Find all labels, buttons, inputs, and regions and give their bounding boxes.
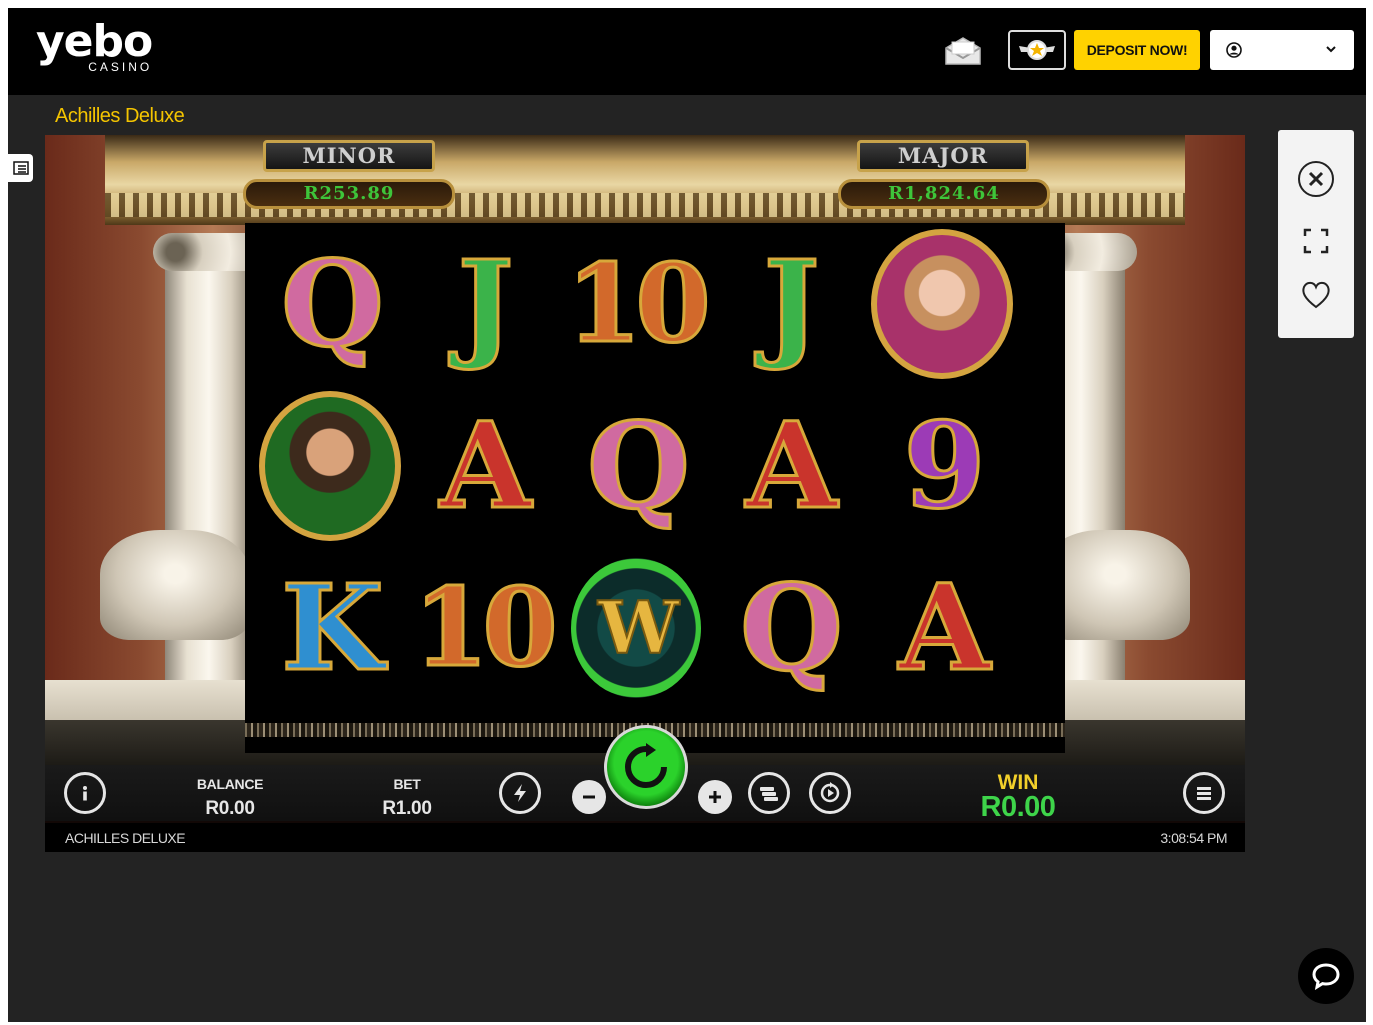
minor-jackpot-value: R253.89 (243, 179, 455, 209)
favorite-button[interactable] (1297, 276, 1335, 314)
urn-left (100, 530, 250, 640)
balance-label: BALANCE (196, 776, 264, 792)
user-icon (1226, 42, 1242, 58)
coins-stack-icon (760, 787, 778, 801)
game-clock: 3:08:54 PM (1160, 830, 1227, 846)
close-game-button[interactable] (1297, 160, 1335, 198)
side-menu-toggle[interactable] (8, 154, 33, 182)
reel-symbol-q: Q (280, 234, 386, 373)
autoplay-button[interactable] (809, 772, 851, 814)
major-jackpot-label: MAJOR (857, 140, 1029, 172)
bet-increase-button[interactable] (698, 780, 732, 814)
reel-symbol-wild: W (559, 547, 712, 709)
spin-button[interactable] (604, 725, 688, 809)
hamburger-icon (1197, 787, 1211, 800)
win-value: R0.00 (980, 791, 1056, 823)
lightning-icon (514, 784, 526, 802)
deposit-now-button[interactable]: DEPOSIT NOW! (1074, 30, 1200, 70)
bet-levels-button[interactable] (748, 772, 790, 814)
reel-symbol-a: A (897, 558, 992, 697)
mail-icon[interactable] (944, 36, 982, 66)
reel-symbol-woman-portrait (865, 223, 1018, 385)
game-side-panel (1278, 130, 1354, 338)
chevron-down-icon (1326, 46, 1336, 53)
site-header: yebo CASINO DEPOSIT NOW! (8, 8, 1366, 95)
autoplay-icon (820, 782, 840, 803)
rewards-button[interactable] (1008, 30, 1066, 70)
bet-value: R1.00 (382, 798, 432, 819)
list-icon (12, 161, 29, 175)
achilles-portrait-image (258, 391, 401, 541)
game-canvas[interactable]: MINOR R253.89 MAJOR R1,824.64 Q J 10 J A Q A 9 K… (45, 135, 1245, 852)
reel-symbol-10: 10 (565, 241, 712, 367)
reel-symbol-q: Q (739, 558, 845, 697)
reel-symbol-j: J (762, 234, 821, 373)
balance-value: R0.00 (205, 798, 255, 819)
plus-icon (709, 791, 721, 803)
game-info-bar: ACHILLES DELUXE 3:08:54 PM (45, 823, 1245, 852)
logo-wordmark: yebo (36, 16, 153, 67)
page-title: Achilles Deluxe (55, 105, 185, 127)
major-jackpot-value: R1,824.64 (838, 179, 1050, 209)
reel-symbol-j: J (456, 234, 515, 373)
info-icon (83, 786, 87, 801)
bet-label: BET (393, 776, 421, 792)
game-name-footer: ACHILLES DELUXE (65, 830, 186, 846)
woman-portrait-image (870, 229, 1013, 379)
reel-symbol-k: K (280, 558, 386, 697)
info-button[interactable] (64, 772, 106, 814)
yebo-logo[interactable]: yebo CASINO (36, 16, 153, 75)
reel-window: Q J 10 J A Q A 9 K 10 W Q A (245, 223, 1065, 753)
fullscreen-icon (1303, 228, 1329, 254)
account-dropdown[interactable] (1210, 30, 1354, 70)
bet-decrease-button[interactable] (572, 780, 606, 814)
minus-icon (583, 795, 595, 799)
chat-bubble-icon (1312, 963, 1340, 990)
reel-symbol-10: 10 (412, 565, 559, 691)
game-menu-button[interactable] (1183, 772, 1225, 814)
reel-symbol-9: 9 (902, 396, 987, 535)
live-chat-button[interactable] (1298, 948, 1354, 1004)
winged-star-icon (1019, 40, 1055, 60)
minor-jackpot-label: MINOR (263, 140, 435, 172)
browser-viewport: yebo CASINO DEPOSIT NOW! Achilles Deluxe… (8, 8, 1366, 1022)
reel-symbol-q: Q (586, 396, 692, 535)
fullscreen-button[interactable] (1297, 222, 1335, 260)
turbo-button[interactable] (499, 772, 541, 814)
spin-icon (625, 743, 667, 788)
reel-symbol-a: A (438, 396, 533, 535)
reel-symbol-achilles-portrait (253, 385, 406, 547)
reel-symbol-a: A (744, 396, 839, 535)
reel-grid: Q J 10 J A Q A 9 K 10 W Q A (253, 223, 1053, 723)
close-icon (1298, 161, 1334, 197)
wild-shield-icon: W (570, 558, 701, 698)
heart-icon (1302, 281, 1330, 309)
